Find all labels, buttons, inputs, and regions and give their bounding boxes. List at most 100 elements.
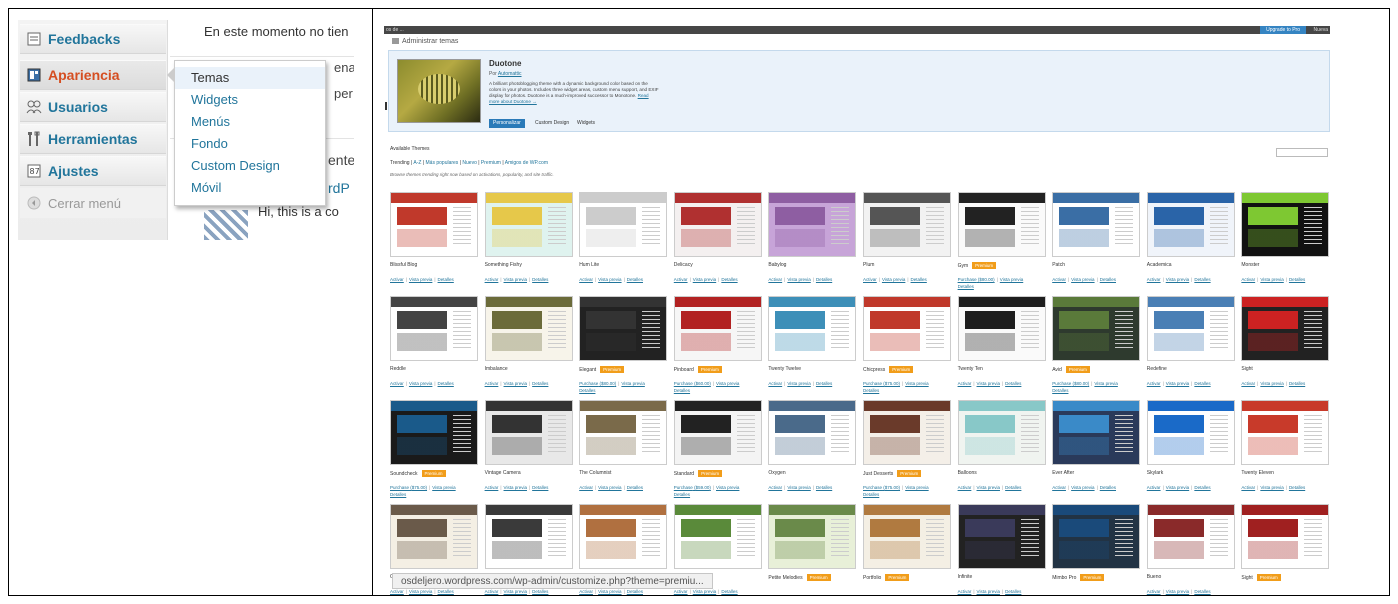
filter-a-z[interactable]: A-Z <box>413 160 421 166</box>
details-link[interactable]: Detalles <box>390 492 406 497</box>
activate-link[interactable]: Activar <box>1241 381 1255 386</box>
details-link[interactable]: Detalles <box>1100 277 1116 282</box>
theme-screenshot[interactable] <box>673 296 762 361</box>
theme-card[interactable]: Soundcheck Premium Purchase ($75.00) | Vista… <box>390 400 478 504</box>
details-link[interactable]: Detalles <box>863 388 879 393</box>
activate-link[interactable]: Activar <box>579 277 593 282</box>
theme-card[interactable]: Something Fishy Activar | Vista previa | Deta… <box>484 192 573 296</box>
widgets-button[interactable]: Widgets <box>573 119 599 128</box>
details-link[interactable]: Detalles <box>627 589 643 594</box>
author-link[interactable]: Automattic <box>498 71 522 77</box>
preview-link[interactable]: Vista previa <box>504 589 527 594</box>
theme-screenshot[interactable] <box>484 296 573 361</box>
preview-link[interactable]: Vista previa <box>598 485 621 490</box>
preview-link[interactable]: Vista previa <box>905 381 928 386</box>
details-link[interactable]: Detalles <box>1005 589 1021 594</box>
preview-link[interactable]: Vista previa <box>977 589 1000 594</box>
preview-link[interactable]: Vista previa <box>409 381 432 386</box>
submenu-item-fondo[interactable]: Fondo <box>175 133 325 155</box>
preview-link[interactable]: Vista previa <box>1166 589 1189 594</box>
submenu-item-widgets[interactable]: Widgets <box>175 89 325 111</box>
details-link[interactable]: Detalles <box>674 492 690 497</box>
theme-card[interactable]: Pinboard Premium Purchase ($60.00) | Vista p… <box>673 296 762 400</box>
theme-card[interactable]: Ever After Activar | Vista previa | Detalles <box>1052 400 1141 504</box>
theme-card[interactable]: Monster Activar | Vista previa | Detalles <box>1241 192 1330 296</box>
theme-screenshot[interactable] <box>673 192 762 257</box>
menu-item-feedbacks[interactable]: Feedbacks <box>20 24 166 54</box>
details-link[interactable]: Detalles <box>438 589 454 594</box>
details-link[interactable]: Detalles <box>438 381 454 386</box>
details-link[interactable]: Detalles <box>1194 381 1210 386</box>
activate-link[interactable]: Activar <box>485 381 499 386</box>
details-link[interactable]: Detalles <box>1289 277 1305 282</box>
customize-button[interactable]: Personalizar <box>489 119 525 128</box>
theme-card[interactable]: Redefine Activar | Vista previa | Detalles <box>1146 296 1235 400</box>
details-link[interactable]: Detalles <box>1005 381 1021 386</box>
theme-screenshot[interactable] <box>1241 400 1330 465</box>
activate-link[interactable]: Activar <box>1241 485 1255 490</box>
theme-card[interactable]: Balloons Activar | Vista previa | Detalles <box>957 400 1046 504</box>
activate-link[interactable]: Activar <box>1147 381 1161 386</box>
details-link[interactable]: Detalles <box>674 388 690 393</box>
theme-card[interactable]: Babylog Activar | Vista previa | Detalles <box>768 192 857 296</box>
preview-link[interactable]: Vista previa <box>1094 381 1117 386</box>
activate-link[interactable]: Activar <box>579 485 593 490</box>
theme-card[interactable]: Twenty Ten Activar | Vista previa | Detalles <box>957 296 1046 400</box>
activate-link[interactable]: Activar <box>768 381 782 386</box>
preview-link[interactable]: Vista previa <box>504 381 527 386</box>
preview-link[interactable]: Vista previa <box>977 381 1000 386</box>
theme-screenshot[interactable] <box>484 400 573 465</box>
theme-card[interactable]: Just Desserts Premium Purchase ($75.00) | Vi… <box>863 400 951 504</box>
filter-trending[interactable]: Trending <box>390 160 410 166</box>
theme-screenshot[interactable] <box>1146 400 1235 465</box>
theme-card[interactable]: The Columnist Activar | Vista previa | Detall… <box>579 400 668 504</box>
details-link[interactable]: Detalles <box>958 284 974 289</box>
preview-link[interactable]: Vista previa <box>787 381 810 386</box>
theme-card[interactable]: Petite Melodies Premium <box>768 504 857 602</box>
preview-link[interactable]: Vista previa <box>905 485 928 490</box>
theme-card[interactable]: Bueno Activar | Vista previa | Detalles <box>1146 504 1235 602</box>
theme-card[interactable]: Standard Premium Purchase ($59.00) | Vista p… <box>673 400 762 504</box>
theme-screenshot[interactable] <box>957 296 1046 361</box>
details-link[interactable]: Detalles <box>863 492 879 497</box>
theme-screenshot[interactable] <box>863 504 951 569</box>
details-link[interactable]: Detalles <box>1289 381 1305 386</box>
theme-card[interactable]: Hum Lite Activar | Vista previa | Detalles <box>579 192 668 296</box>
theme-card[interactable]: Delicacy Activar | Vista previa | Detalles <box>673 192 762 296</box>
theme-screenshot[interactable] <box>390 296 478 361</box>
activate-link[interactable]: Activar <box>1052 277 1066 282</box>
theme-screenshot[interactable] <box>579 400 668 465</box>
purchase-link[interactable]: Purchase ($75.00) <box>863 485 900 490</box>
theme-screenshot[interactable] <box>768 192 857 257</box>
theme-card[interactable]: Plum Activar | Vista previa | Detalles <box>863 192 951 296</box>
details-link[interactable]: Detalles <box>579 388 595 393</box>
theme-screenshot[interactable] <box>579 504 668 569</box>
theme-card[interactable]: Portfolio Premium <box>863 504 951 602</box>
activate-link[interactable]: Activar <box>1052 485 1066 490</box>
details-link[interactable]: Detalles <box>532 381 548 386</box>
activate-link[interactable]: Activar <box>485 589 499 594</box>
preview-link[interactable]: Vista previa <box>504 277 527 282</box>
preview-link[interactable]: Vista previa <box>598 589 621 594</box>
theme-card[interactable]: Sight Activar | Vista previa | Detalles <box>1241 296 1330 400</box>
submenu-item-movil[interactable]: Móvil <box>175 177 325 199</box>
activate-link[interactable]: Activar <box>485 485 499 490</box>
details-link[interactable]: Detalles <box>1289 485 1305 490</box>
theme-screenshot[interactable] <box>863 400 951 465</box>
theme-search-input[interactable] <box>1276 148 1328 157</box>
submenu-item-custom-design[interactable]: Custom Design <box>175 155 325 177</box>
menu-item-herramientas[interactable]: Herramientas <box>20 124 166 154</box>
details-link[interactable]: Detalles <box>438 277 454 282</box>
theme-screenshot[interactable] <box>957 504 1046 569</box>
details-link[interactable]: Detalles <box>911 277 927 282</box>
purchase-link[interactable]: Purchase ($75.00) <box>863 381 900 386</box>
details-link[interactable]: Detalles <box>816 277 832 282</box>
preview-link[interactable]: Vista previa <box>409 277 432 282</box>
preview-link[interactable]: Vista previa <box>1166 277 1189 282</box>
theme-screenshot[interactable] <box>957 400 1046 465</box>
purchase-link[interactable]: Purchase ($80.00) <box>579 381 616 386</box>
preview-link[interactable]: Vista previa <box>693 277 716 282</box>
theme-card[interactable]: Chicpress Premium Purchase ($75.00) | Vista … <box>863 296 951 400</box>
details-link[interactable]: Detalles <box>627 485 643 490</box>
theme-card[interactable]: Vintage Camera Activar | Vista previa | Detal… <box>484 400 573 504</box>
